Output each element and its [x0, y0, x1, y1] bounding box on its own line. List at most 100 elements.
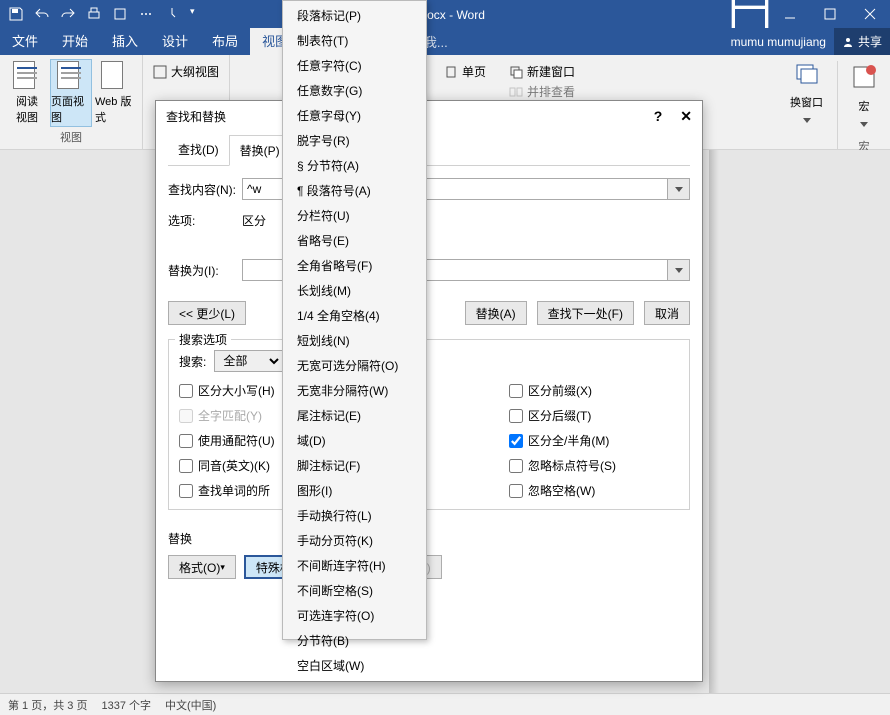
- web-layout-button[interactable]: Web 版式: [94, 59, 136, 127]
- find-what-label: 查找内容(N):: [168, 181, 236, 198]
- macros-button[interactable]: 宏 宏: [837, 61, 880, 154]
- ignore-space-checkbox[interactable]: 忽略空格(W): [509, 482, 679, 499]
- search-direction-select[interactable]: 全部: [214, 350, 283, 372]
- special-menu-item[interactable]: 任意字符(C): [283, 53, 426, 78]
- more-icon[interactable]: [138, 6, 154, 22]
- special-menu-item[interactable]: 手动分页符(K): [283, 528, 426, 553]
- new-window-button[interactable]: 新建窗口: [509, 63, 575, 80]
- less-button[interactable]: << 更少(L): [168, 301, 246, 325]
- special-menu-item[interactable]: 手动换行符(L): [283, 503, 426, 528]
- options-value: 区分: [242, 212, 266, 229]
- status-language[interactable]: 中文(中国): [165, 697, 216, 713]
- side-by-side-label: 并排查看: [527, 83, 575, 100]
- tab-layout[interactable]: 布局: [200, 28, 250, 55]
- special-menu-item[interactable]: 脱字号(R): [283, 128, 426, 153]
- share-label: 共享: [858, 33, 882, 50]
- special-menu-item[interactable]: 空白区域(W): [283, 653, 426, 678]
- chevron-down-icon: [860, 122, 868, 127]
- one-page-button[interactable]: 单页: [444, 63, 486, 80]
- special-menu-item[interactable]: 无宽非分隔符(W): [283, 378, 426, 403]
- outline-view-button[interactable]: 大纲视图: [153, 63, 219, 80]
- new-window-label: 新建窗口: [527, 63, 575, 80]
- dialog-help-button[interactable]: ?: [654, 108, 663, 125]
- special-menu-item[interactable]: 任意字母(Y): [283, 103, 426, 128]
- special-menu-item[interactable]: 短划线(N): [283, 328, 426, 353]
- undo-icon[interactable]: [34, 6, 50, 22]
- one-page-label: 单页: [462, 63, 486, 80]
- search-options-label: 搜索选项: [175, 331, 231, 348]
- read-mode-label: 阅读 视图: [16, 93, 38, 125]
- match-suffix-checkbox[interactable]: 区分后缀(T): [509, 407, 679, 424]
- special-menu-item[interactable]: 图形(I): [283, 478, 426, 503]
- outline-icon: [153, 65, 167, 79]
- match-fullhalf-checkbox[interactable]: 区分全/半角(M): [509, 432, 679, 449]
- ribbon-display-icon[interactable]: [730, 0, 770, 28]
- tab-insert[interactable]: 插入: [100, 28, 150, 55]
- special-menu-item[interactable]: 可选连字符(O): [283, 603, 426, 628]
- search-direction-label: 搜索:: [179, 353, 206, 370]
- options-label: 选项:: [168, 212, 236, 229]
- one-page-icon: [444, 65, 458, 79]
- special-format-menu: 段落标记(P)制表符(T)任意字符(C)任意数字(G)任意字母(Y)脱字号(R)…: [282, 0, 427, 640]
- tab-design[interactable]: 设计: [150, 28, 200, 55]
- macros-label: 宏: [848, 98, 880, 114]
- format-button[interactable]: 格式(O): [168, 555, 236, 579]
- print-icon[interactable]: [86, 6, 102, 22]
- web-layout-label: Web 版式: [95, 93, 135, 125]
- close-button[interactable]: [850, 0, 890, 28]
- save-icon[interactable]: [8, 6, 24, 22]
- find-dropdown-button[interactable]: [668, 178, 690, 200]
- redo-icon[interactable]: [60, 6, 76, 22]
- special-menu-item[interactable]: 制表符(T): [283, 28, 426, 53]
- views-group-label: 视图: [6, 129, 136, 145]
- special-menu-item[interactable]: 省略号(E): [283, 228, 426, 253]
- switch-windows-button[interactable]: 换窗口: [790, 61, 823, 128]
- side-by-side-icon: [509, 85, 523, 99]
- special-menu-item[interactable]: 无宽可选分隔符(O): [283, 353, 426, 378]
- chevron-down-icon: [803, 118, 811, 123]
- print-layout-button[interactable]: 页面视图: [50, 59, 92, 127]
- switch-windows-icon: [793, 61, 821, 89]
- special-menu-item[interactable]: 不间断空格(S): [283, 578, 426, 603]
- special-menu-item[interactable]: 段落标记(P): [283, 3, 426, 28]
- special-menu-item[interactable]: 任意数字(G): [283, 78, 426, 103]
- switch-windows-label: 换窗口: [790, 94, 823, 110]
- special-menu-item[interactable]: § 分节符(A): [283, 153, 426, 178]
- cancel-button[interactable]: 取消: [644, 301, 690, 325]
- match-prefix-checkbox[interactable]: 区分前缀(X): [509, 382, 679, 399]
- tab-file[interactable]: 文件: [0, 28, 50, 55]
- view-side-by-side-button[interactable]: 并排查看: [509, 83, 575, 100]
- outline-label: 大纲视图: [171, 63, 219, 80]
- special-menu-item[interactable]: 不间断连字符(H): [283, 553, 426, 578]
- ignore-punct-checkbox[interactable]: 忽略标点符号(S): [509, 457, 679, 474]
- replace-section-label: 替换: [168, 530, 690, 547]
- special-menu-item[interactable]: 全角省略号(F): [283, 253, 426, 278]
- share-icon: [842, 36, 854, 48]
- status-word-count[interactable]: 1337 个字: [101, 697, 151, 713]
- read-mode-button[interactable]: 阅读 视图: [6, 59, 48, 127]
- account-name[interactable]: mumu mumujiang: [723, 35, 834, 49]
- special-menu-item[interactable]: 尾注标记(E): [283, 403, 426, 428]
- special-menu-item[interactable]: 脚注标记(F): [283, 453, 426, 478]
- touch-icon[interactable]: [164, 6, 180, 22]
- special-menu-item[interactable]: 分节符(B): [283, 628, 426, 653]
- status-page[interactable]: 第 1 页，共 3 页: [8, 697, 87, 713]
- replace-all-button[interactable]: 替换(A): [465, 301, 527, 325]
- qat-dropdown-icon[interactable]: ▾: [190, 6, 195, 22]
- find-next-button[interactable]: 查找下一处(F): [537, 301, 634, 325]
- dialog-close-button[interactable]: ✕: [680, 108, 692, 125]
- tab-find-toggle[interactable]: 查找(D): [168, 135, 229, 165]
- replace-with-label: 替换为(I):: [168, 262, 236, 279]
- minimize-button[interactable]: [770, 0, 810, 28]
- special-menu-item[interactable]: 分栏符(U): [283, 203, 426, 228]
- share-button[interactable]: 共享: [834, 28, 890, 55]
- special-menu-item[interactable]: 长划线(M): [283, 278, 426, 303]
- special-menu-item[interactable]: 1/4 全角空格(4): [283, 303, 426, 328]
- replace-dropdown-button[interactable]: [668, 259, 690, 281]
- tab-home[interactable]: 开始: [50, 28, 100, 55]
- customize-icon[interactable]: [112, 6, 128, 22]
- dialog-title: 查找和替换: [166, 108, 226, 125]
- special-menu-item[interactable]: 域(D): [283, 428, 426, 453]
- special-menu-item[interactable]: ¶ 段落符号(A): [283, 178, 426, 203]
- maximize-button[interactable]: [810, 0, 850, 28]
